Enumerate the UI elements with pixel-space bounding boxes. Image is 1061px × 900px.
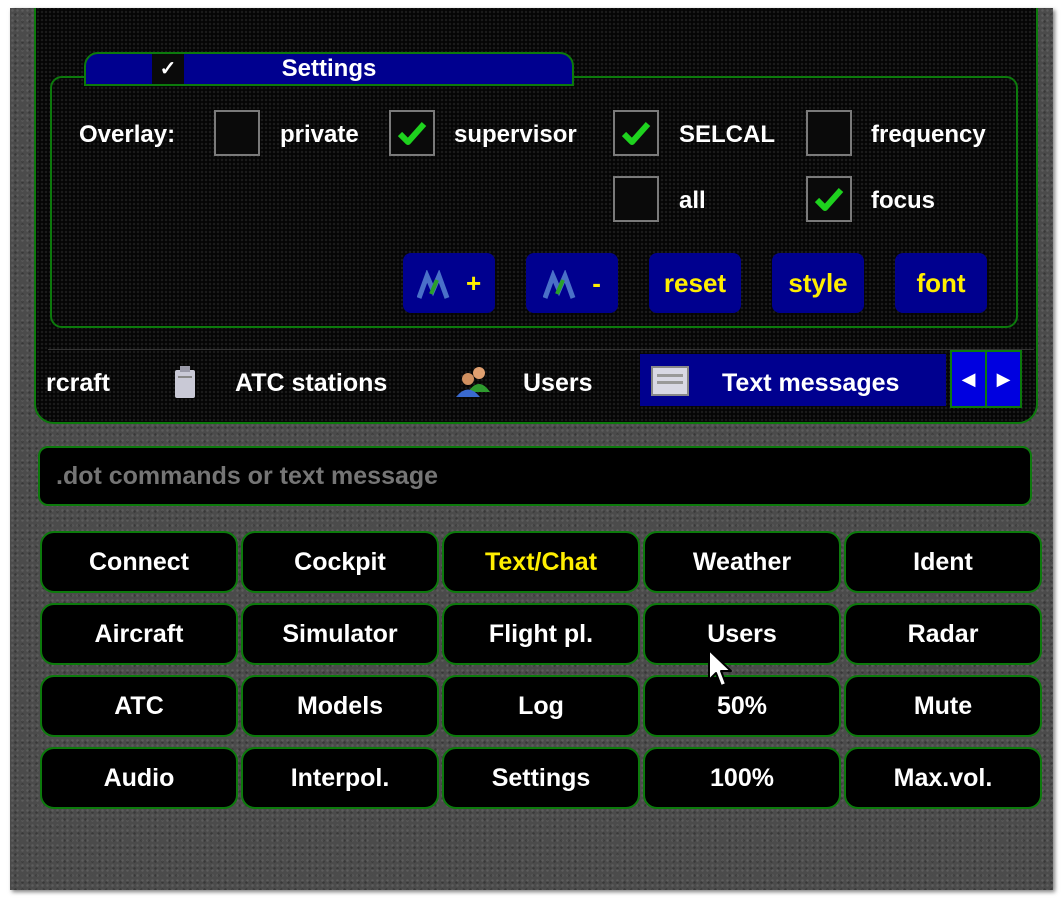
- grid-button-simulator[interactable]: Simulator: [241, 603, 439, 665]
- supervisor-checkbox[interactable]: [389, 110, 435, 156]
- app-window: Settings ✓ Overlay: private supervisor S…: [10, 8, 1053, 890]
- grid-button-100[interactable]: 100%: [643, 747, 841, 809]
- grid-button-cockpit[interactable]: Cockpit: [241, 531, 439, 593]
- grid-button-50[interactable]: 50%: [643, 675, 841, 737]
- reset-button[interactable]: reset: [649, 253, 741, 313]
- grid-button-mute[interactable]: Mute: [844, 675, 1042, 737]
- tab-scroll-right-button[interactable]: ▶: [987, 352, 1020, 406]
- grid-button-ident[interactable]: Ident: [844, 531, 1042, 593]
- settings-collapse-checkbox[interactable]: ✓: [152, 54, 184, 84]
- grid-button-connect[interactable]: Connect: [40, 531, 238, 593]
- zoom-out-button[interactable]: -: [526, 253, 618, 313]
- zoom-in-label: +: [466, 268, 482, 298]
- frequency-checkbox[interactable]: [806, 110, 852, 156]
- tab-users[interactable]: Users: [523, 368, 593, 398]
- zoom-out-icon: [542, 269, 576, 299]
- checkmark-icon: [814, 188, 844, 211]
- tab-divider: [48, 349, 1034, 350]
- settings-tab[interactable]: Settings ✓: [84, 52, 574, 86]
- zoom-in-icon: [416, 269, 450, 299]
- tab-aircraft[interactable]: rcraft: [46, 368, 110, 398]
- users-icon: [456, 367, 490, 397]
- grid-button-text-chat[interactable]: Text/Chat: [442, 531, 640, 593]
- grid-button-aircraft[interactable]: Aircraft: [40, 603, 238, 665]
- frequency-label: frequency: [871, 121, 986, 148]
- grid-button-audio[interactable]: Audio: [40, 747, 238, 809]
- zoom-out-label: -: [592, 268, 601, 298]
- mouse-cursor-icon: [708, 649, 732, 687]
- selcal-checkbox[interactable]: [613, 110, 659, 156]
- checkmark-icon: [397, 122, 427, 145]
- all-label: all: [679, 187, 706, 214]
- tab-atc-stations[interactable]: ATC stations: [235, 368, 387, 398]
- supervisor-label: supervisor: [454, 121, 577, 148]
- private-label: private: [280, 121, 359, 148]
- atc-station-icon: [175, 366, 195, 398]
- grid-button-log[interactable]: Log: [442, 675, 640, 737]
- grid-button-weather[interactable]: Weather: [643, 531, 841, 593]
- zoom-in-button[interactable]: +: [403, 253, 495, 313]
- overlay-label: Overlay:: [79, 121, 176, 148]
- grid-button-users[interactable]: Users: [643, 603, 841, 665]
- text-messages-icon: [651, 366, 689, 396]
- grid-button-models[interactable]: Models: [241, 675, 439, 737]
- grid-button-atc[interactable]: ATC: [40, 675, 238, 737]
- private-checkbox[interactable]: [214, 110, 260, 156]
- tab-scroll-left-button[interactable]: ◀: [952, 352, 987, 406]
- tab-scroll-buttons: ◀ ▶: [950, 350, 1022, 408]
- all-checkbox[interactable]: [613, 176, 659, 222]
- command-input[interactable]: [38, 446, 1032, 506]
- style-button[interactable]: style: [772, 253, 864, 313]
- selcal-label: SELCAL: [679, 121, 775, 148]
- font-button[interactable]: font: [895, 253, 987, 313]
- checkmark-icon: [621, 122, 651, 145]
- grid-button-settings[interactable]: Settings: [442, 747, 640, 809]
- focus-checkbox[interactable]: [806, 176, 852, 222]
- focus-label: focus: [871, 187, 936, 214]
- grid-button-max-vol[interactable]: Max.vol.: [844, 747, 1042, 809]
- grid-button-interpol[interactable]: Interpol.: [241, 747, 439, 809]
- grid-button-flight-pl[interactable]: Flight pl.: [442, 603, 640, 665]
- tab-text-messages-label: Text messages: [722, 369, 900, 397]
- grid-button-radar[interactable]: Radar: [844, 603, 1042, 665]
